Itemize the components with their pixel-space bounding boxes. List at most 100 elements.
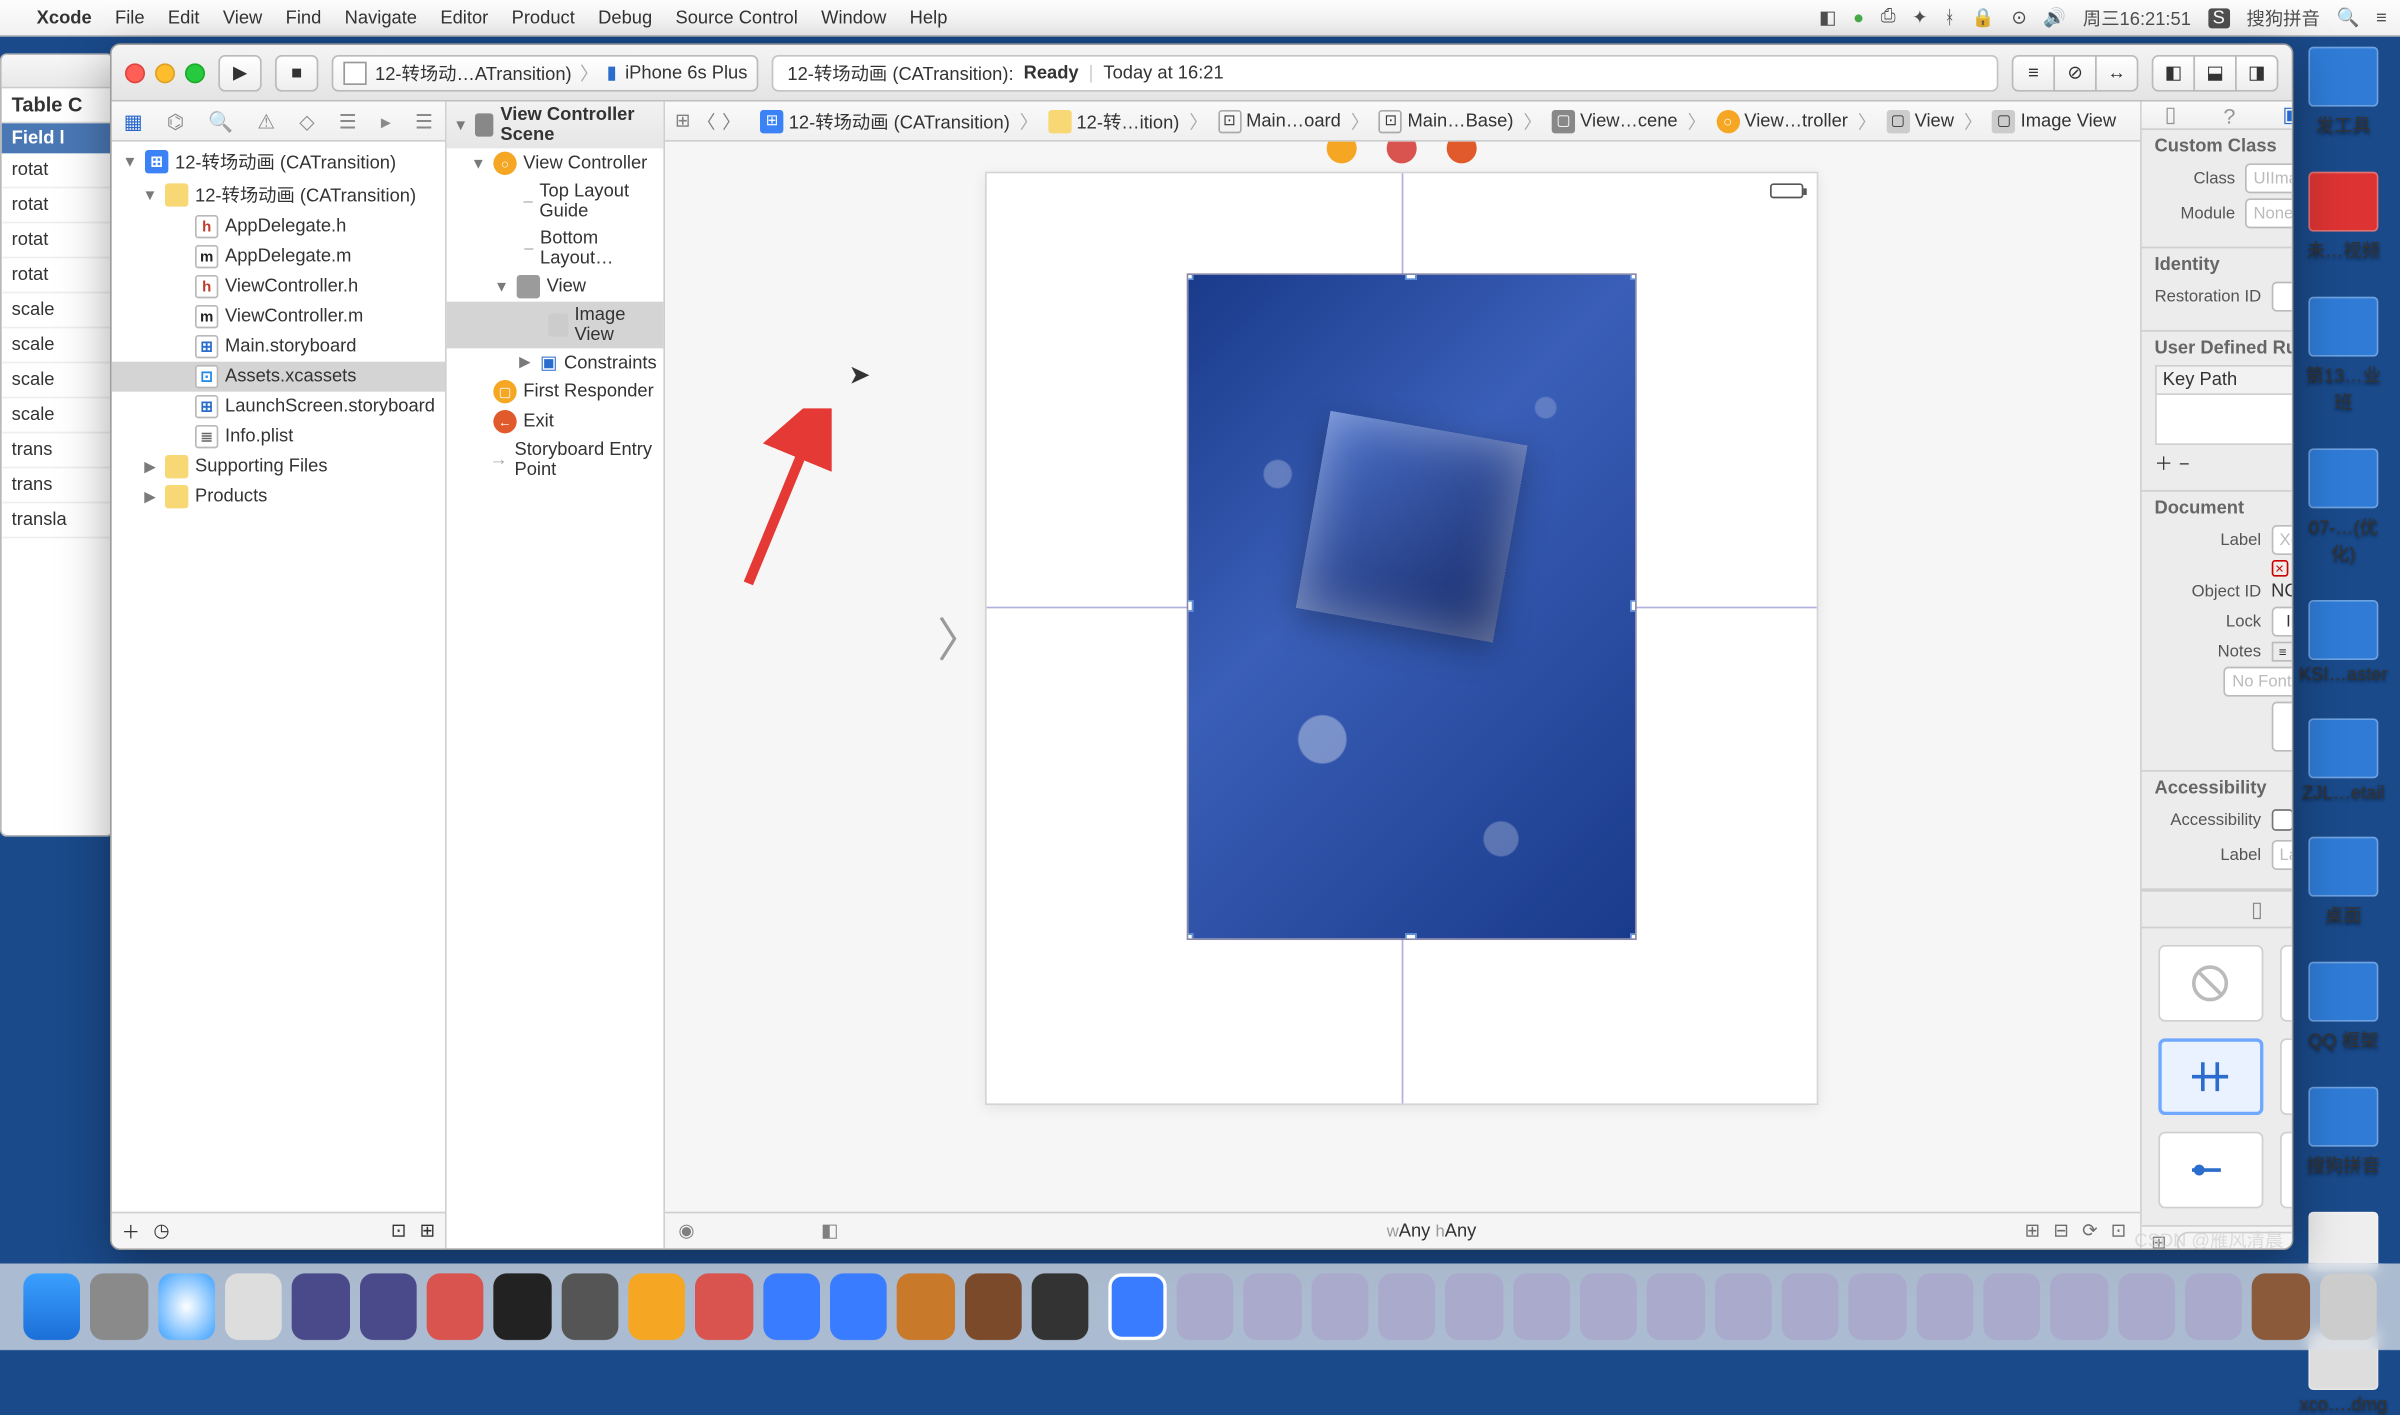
- back-button[interactable]: 〈: [697, 108, 715, 135]
- dock-min-window[interactable]: [1916, 1273, 1973, 1340]
- dock-app-icon[interactable]: [1109, 1273, 1167, 1340]
- zoom-button[interactable]: [185, 63, 205, 83]
- desktop-icon[interactable]: ZJL…etail: [2297, 718, 2390, 803]
- find-navigator-tab-icon[interactable]: 🔍: [208, 109, 233, 132]
- dock-min-window[interactable]: [1647, 1273, 1704, 1340]
- crumb-seg[interactable]: ○View…troller: [1709, 109, 1854, 132]
- tree-file[interactable]: hAppDelegate.h: [112, 212, 445, 242]
- size-class-control[interactable]: wAny hAny: [852, 1221, 2012, 1241]
- issue-navigator-tab-icon[interactable]: ⚠: [257, 109, 275, 132]
- menu-navigate[interactable]: Navigate: [345, 8, 417, 28]
- file-template-lib-icon[interactable]: ▯: [2251, 896, 2263, 923]
- accessibility-label-field[interactable]: [2271, 840, 2293, 870]
- dock-app-icon[interactable]: [964, 1273, 1021, 1340]
- menu-view[interactable]: View: [223, 8, 262, 28]
- assistant-editor-button[interactable]: ⊘: [2053, 54, 2096, 91]
- tree-file[interactable]: ≣Info.plist: [112, 422, 445, 452]
- menu-window[interactable]: Window: [821, 8, 886, 28]
- outline-exit[interactable]: ←Exit: [447, 407, 664, 437]
- help-inspector-tab-icon[interactable]: ?: [2223, 103, 2235, 128]
- library-item[interactable]: [2158, 1132, 2263, 1209]
- crumb-seg[interactable]: ▢View…cene: [1545, 109, 1684, 132]
- menu-edit[interactable]: Edit: [168, 8, 200, 28]
- module-field[interactable]: [2245, 198, 2293, 228]
- outline-tlg[interactable]: ⎯Top Layout Guide: [447, 178, 664, 225]
- dock-app-icon[interactable]: [897, 1273, 954, 1340]
- toggle-debug-button[interactable]: ⬓: [2193, 54, 2236, 91]
- tree-group[interactable]: ▶Supporting Files: [112, 452, 445, 482]
- filter-recent-icon[interactable]: ◷: [153, 1220, 169, 1242]
- outline-vc[interactable]: ▼○View Controller: [447, 148, 664, 178]
- crumb-seg[interactable]: ▢Image View: [1986, 109, 2123, 132]
- tree-file[interactable]: mAppDelegate.m: [112, 242, 445, 272]
- library-item[interactable]: [2279, 1038, 2293, 1115]
- resolve-icon[interactable]: ⟳: [2082, 1220, 2097, 1242]
- library-item[interactable]: [2279, 1132, 2293, 1209]
- dock-min-window[interactable]: [2252, 1273, 2309, 1340]
- crumb-seg[interactable]: ⊞12-转场动画 (CATransition): [754, 108, 1017, 135]
- label-color-picker[interactable]: ×: [2271, 560, 2293, 577]
- dock-min-window[interactable]: [1715, 1273, 1772, 1340]
- outline-constraints[interactable]: ▶▣Constraints: [447, 348, 664, 376]
- remove-attr-button[interactable]: −: [2179, 455, 2190, 475]
- resize-handle[interactable]: [1631, 600, 1638, 612]
- status-icon[interactable]: ●: [1853, 8, 1864, 28]
- menu-product[interactable]: Product: [512, 8, 575, 28]
- library-item[interactable]: [2279, 945, 2293, 1022]
- view-controller-canvas[interactable]: 〉: [986, 172, 1819, 1105]
- outline-blg[interactable]: ⎯Bottom Layout…: [447, 225, 664, 272]
- symbol-navigator-tab-icon[interactable]: ⌬: [167, 109, 184, 132]
- resize-handle[interactable]: [1187, 273, 1194, 280]
- resize-handle[interactable]: [1631, 273, 1638, 280]
- dock-safari-icon[interactable]: [158, 1273, 215, 1340]
- notification-icon[interactable]: ≡: [2376, 8, 2387, 28]
- dock-app-icon[interactable]: [1032, 1273, 1089, 1340]
- project-navigator-tab-icon[interactable]: ▦: [124, 109, 143, 132]
- outline-scene-header[interactable]: ▼View Controller Scene: [447, 102, 664, 149]
- outline-entry-point[interactable]: →Storyboard Entry Point: [447, 437, 664, 484]
- dock-min-window[interactable]: [1782, 1273, 1839, 1340]
- spotlight-icon[interactable]: 🔍: [2337, 7, 2360, 29]
- dock-terminal-icon[interactable]: [494, 1273, 551, 1340]
- dock-finder-icon[interactable]: [23, 1273, 80, 1340]
- dock-min-window[interactable]: [1311, 1273, 1368, 1340]
- dock-app-icon[interactable]: [359, 1273, 416, 1340]
- crumb-seg[interactable]: ⊡Main…oard: [1211, 109, 1347, 132]
- desktop-icon[interactable]: KSI…aster: [2297, 600, 2390, 685]
- desktop-icon[interactable]: 07-…(优化): [2297, 448, 2390, 566]
- standard-editor-button[interactable]: ≡: [2012, 54, 2055, 91]
- class-field[interactable]: [2245, 163, 2293, 193]
- notes-format-bar[interactable]: ≡≡≡≡---☐⊘⊡: [2271, 642, 2293, 662]
- add-button[interactable]: ＋: [122, 1218, 140, 1245]
- exit-icon[interactable]: [1447, 142, 1477, 164]
- dock-min-window[interactable]: [1446, 1273, 1503, 1340]
- dock-min-window[interactable]: [1244, 1273, 1301, 1340]
- status-icon[interactable]: ⎙: [1881, 7, 1896, 29]
- app-name[interactable]: Xcode: [37, 8, 92, 28]
- crumb-seg[interactable]: ⊡Main…Base): [1373, 109, 1521, 132]
- resize-handle[interactable]: [1187, 600, 1194, 612]
- resize-icon[interactable]: ⊡: [2111, 1220, 2126, 1242]
- vc-icon[interactable]: [1327, 142, 1357, 164]
- scheme-selector[interactable]: 12-转场动…ATransition) 〉 ▮ iPhone 6s Plus: [332, 54, 759, 91]
- resize-handle[interactable]: [1406, 273, 1418, 280]
- outline-first-responder[interactable]: ▢First Responder: [447, 377, 664, 407]
- doc-label-field[interactable]: [2271, 525, 2293, 555]
- notes-textarea[interactable]: [2271, 702, 2293, 752]
- outline-imageview-selected[interactable]: Image View: [447, 302, 664, 349]
- dock-min-window[interactable]: [2118, 1273, 2175, 1340]
- stop-button[interactable]: ■: [275, 54, 318, 91]
- dock-settings-icon[interactable]: [561, 1273, 618, 1340]
- wifi-icon[interactable]: ⊙: [2011, 7, 2026, 29]
- toggle-inspector-button[interactable]: ◨: [2235, 54, 2278, 91]
- menu-source-control[interactable]: Source Control: [676, 8, 798, 28]
- accessibility-enabled-checkbox[interactable]: [2271, 805, 2293, 835]
- debug-navigator-tab-icon[interactable]: ☰: [339, 109, 357, 132]
- tree-group[interactable]: ▶Products: [112, 482, 445, 512]
- desktop-icon[interactable]: 搜狗拼音: [2297, 1087, 2390, 1179]
- forward-button[interactable]: 〉: [722, 108, 740, 135]
- dock-min-window[interactable]: [1513, 1273, 1570, 1340]
- restoration-id-field[interactable]: [2271, 282, 2293, 312]
- menu-help[interactable]: Help: [910, 8, 948, 28]
- run-button[interactable]: ▶: [218, 54, 261, 91]
